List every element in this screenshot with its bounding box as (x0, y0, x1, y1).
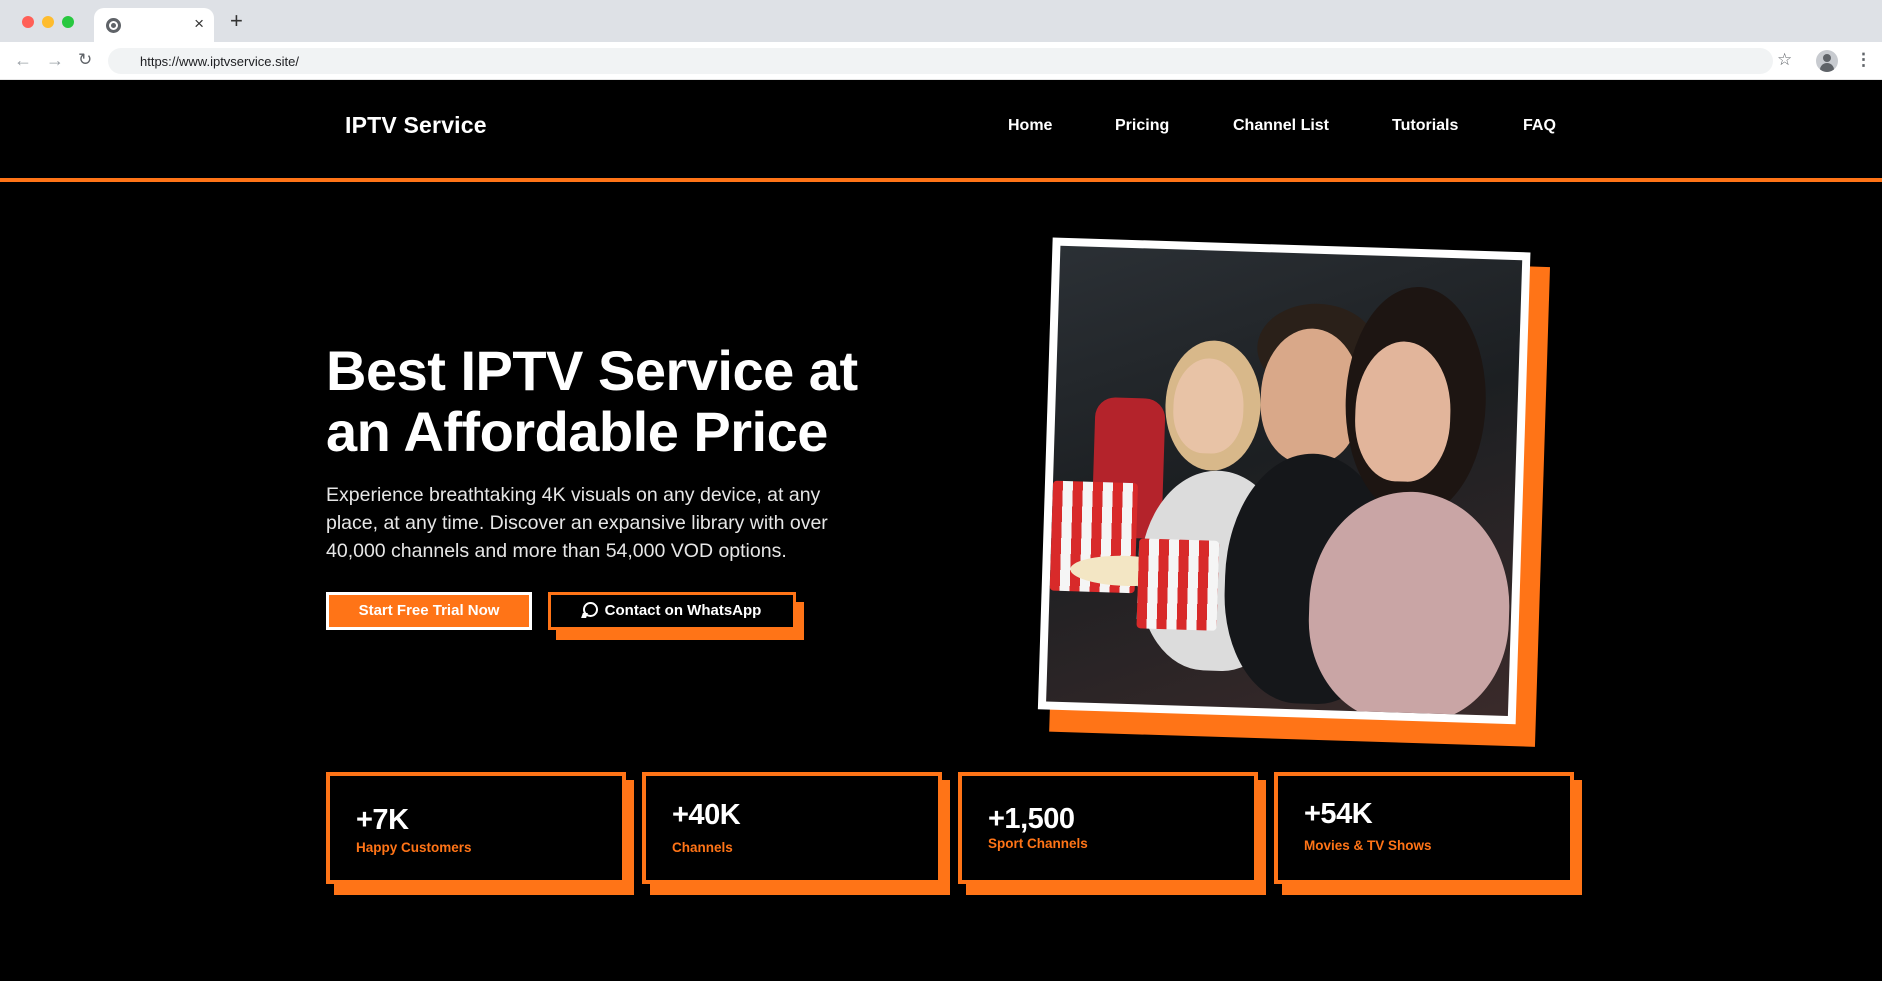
stat-label: Channels (672, 840, 733, 855)
start-free-trial-button[interactable]: Start Free Trial Now (326, 592, 532, 630)
window-maximize-button[interactable] (62, 16, 74, 28)
hero-title-line-1: Best IPTV Service at (326, 339, 858, 402)
stat-label: Happy Customers (356, 840, 472, 855)
cinema-audience-photo (1046, 245, 1523, 716)
nav-faq[interactable]: FAQ (1523, 117, 1556, 135)
woman-left-face (1172, 357, 1245, 455)
stat-value: +1,500 (988, 803, 1075, 835)
hero-photo-container (1037, 237, 1551, 747)
stat-label: Sport Channels (988, 836, 1088, 851)
stat-card-sport-channels: +1,500 Sport Channels (958, 772, 1258, 884)
browser-toolbar: ← → ↻ https://www.iptvservice.site/ ☆ ⋮ (0, 42, 1882, 80)
address-bar[interactable]: https://www.iptvservice.site/ (108, 48, 1773, 74)
stat-value: +7K (356, 804, 409, 836)
new-tab-button[interactable]: + (230, 10, 243, 32)
window-minimize-button[interactable] (42, 16, 54, 28)
hero-desc-line-2: place, at any time. Discover an expansiv… (326, 512, 828, 534)
reload-icon[interactable]: ↻ (78, 51, 92, 69)
browser-tab[interactable]: × (94, 8, 214, 42)
popcorn-cup-right (1136, 538, 1220, 631)
nav-channel-list[interactable]: Channel List (1233, 117, 1329, 135)
nav-pricing[interactable]: Pricing (1115, 117, 1169, 135)
hero-title: Best IPTV Service at an Affordable Price (326, 340, 926, 462)
hero-title-line-2: an Affordable Price (326, 400, 828, 463)
stat-value: +54K (1304, 798, 1373, 830)
site-header: IPTV Service Home Pricing Channel List T… (0, 80, 1882, 182)
stat-card-customers: +7K Happy Customers (326, 772, 626, 884)
forward-arrow-icon[interactable]: → (46, 51, 64, 69)
bookmark-star-icon[interactable]: ☆ (1777, 51, 1792, 69)
hero-desc-line-3: 40,000 channels and more than 54,000 VOD… (326, 540, 787, 562)
nav-home[interactable]: Home (1008, 117, 1052, 135)
hero-description: Experience breathtaking 4K visuals on an… (326, 481, 906, 565)
stat-card-movies-shows: +54K Movies & TV Shows (1274, 772, 1574, 884)
whatsapp-icon (582, 602, 598, 617)
url-text: https://www.iptvservice.site/ (140, 54, 299, 69)
back-arrow-icon[interactable]: ← (14, 51, 32, 69)
site-logo[interactable]: IPTV Service (345, 112, 487, 139)
chrome-favicon-icon (106, 18, 121, 33)
contact-whatsapp-button[interactable]: Contact on WhatsApp (548, 592, 796, 630)
browser-menu-icon[interactable]: ⋮ (1855, 51, 1872, 69)
browser-tab-bar: × + (0, 0, 1882, 42)
stat-value: +40K (672, 799, 741, 831)
nav-tutorials[interactable]: Tutorials (1392, 117, 1458, 135)
stat-card-channels: +40K Channels (642, 772, 942, 884)
whatsapp-button-label: Contact on WhatsApp (604, 602, 762, 619)
profile-avatar-icon[interactable] (1816, 50, 1838, 72)
hero-desc-line-1: Experience breathtaking 4K visuals on an… (326, 484, 821, 506)
stat-label: Movies & TV Shows (1304, 838, 1432, 853)
tab-close-icon[interactable]: × (194, 15, 204, 33)
window-close-button[interactable] (22, 16, 34, 28)
hero-photo-frame (1037, 237, 1531, 725)
